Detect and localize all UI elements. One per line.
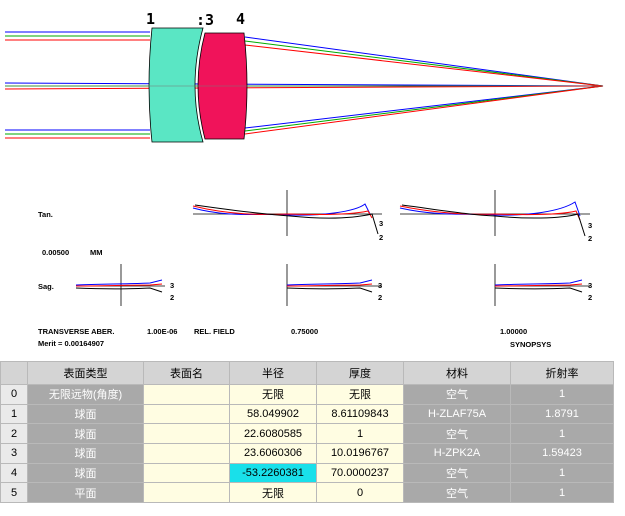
index-cell[interactable]: 1: [510, 462, 614, 484]
plot-title: TRANSVERSE ABER.: [38, 327, 114, 336]
radius-cell[interactable]: 58.049902: [229, 403, 317, 425]
surface-label-3: :3: [196, 11, 214, 29]
header-thickness[interactable]: 厚度: [316, 361, 404, 385]
curve-label-2: 2: [588, 234, 592, 243]
surface-name-cell[interactable]: [143, 482, 230, 504]
material-cell[interactable]: 空气: [403, 482, 511, 504]
material-cell[interactable]: 空气: [403, 384, 511, 405]
table-row[interactable]: 5 平面 无限 0 空气 1: [0, 482, 614, 504]
table-row[interactable]: 3 球面 23.6060306 10.0196767 H-ZPK2A 1.594…: [0, 443, 614, 464]
thickness-cell[interactable]: 无限: [316, 384, 404, 405]
brand-label: SYNOPSYS: [510, 340, 551, 349]
surface-type-cell[interactable]: 无限远物(角度): [27, 384, 144, 405]
table-header-row: 表面类型 表面名 半径 厚度 材料 折射率: [0, 361, 614, 385]
thickness-cell[interactable]: 70.0000237: [316, 462, 404, 484]
radius-cell[interactable]: 无限: [229, 482, 317, 504]
lens-layout-view: 1 :3 4: [4, 10, 604, 143]
table-row[interactable]: 0 无限远物(角度) 无限 无限 空气 1: [0, 384, 614, 405]
surface-type-cell[interactable]: 球面: [27, 462, 144, 484]
thickness-cell[interactable]: 10.0196767: [316, 443, 404, 464]
header-material[interactable]: 材料: [403, 361, 511, 385]
thickness-cell[interactable]: 0: [316, 482, 404, 504]
material-cell[interactable]: 空气: [403, 462, 511, 484]
index-cell[interactable]: 1.59423: [510, 443, 614, 464]
surface-type-cell[interactable]: 平面: [27, 482, 144, 504]
ray-fan: [4, 31, 604, 139]
material-cell[interactable]: H-ZLAF75A: [403, 403, 511, 425]
field-value-100: 1.00000: [500, 327, 527, 336]
surface-type-cell[interactable]: 球面: [27, 423, 144, 445]
radius-cell[interactable]: 23.6060306: [229, 443, 317, 464]
surface-type-cell[interactable]: 球面: [27, 403, 144, 425]
scale-unit: MM: [90, 248, 103, 257]
header-radius[interactable]: 半径: [229, 361, 317, 385]
merit-value: Merit = 0.00164907: [38, 339, 104, 348]
scale-value: 0.00500: [42, 248, 69, 257]
surface-name-cell[interactable]: [143, 403, 230, 425]
row-number[interactable]: 4: [0, 462, 28, 484]
wavelength-value: 1.00E-06: [147, 327, 177, 336]
surface-name-cell[interactable]: [143, 423, 230, 445]
header-surface-name[interactable]: 表面名: [143, 361, 230, 385]
curve-label-2: 2: [379, 233, 383, 242]
index-cell[interactable]: 1: [510, 482, 614, 504]
curve-label-2: 2: [378, 293, 382, 302]
curve-label-2: 2: [588, 293, 592, 302]
curve-label-3: 3: [588, 221, 592, 230]
row-number[interactable]: 2: [0, 423, 28, 445]
thickness-cell[interactable]: 8.61109843: [316, 403, 404, 425]
thickness-cell[interactable]: 1: [316, 423, 404, 445]
table-row[interactable]: 1 球面 58.049902 8.61109843 H-ZLAF75A 1.87…: [0, 403, 614, 425]
radius-cell-selected[interactable]: -53.2260381: [229, 462, 317, 484]
curve-label-3: 3: [378, 281, 382, 290]
curve-label-3: 3: [170, 281, 174, 290]
row-number[interactable]: 1: [0, 403, 28, 425]
tan-label: Tan.: [38, 210, 53, 219]
material-cell[interactable]: H-ZPK2A: [403, 443, 511, 464]
surface-label-1: 1: [146, 10, 155, 28]
table-row[interactable]: 4 球面 -53.2260381 70.0000237 空气 1: [0, 462, 614, 484]
index-cell[interactable]: 1: [510, 423, 614, 445]
header-index-of-refraction[interactable]: 折射率: [510, 361, 614, 385]
curve-label-3: 3: [588, 281, 592, 290]
lens-element-1: [148, 27, 204, 143]
header-index: [0, 361, 28, 385]
index-cell[interactable]: 1: [510, 384, 614, 405]
field-value-075: 0.75000: [291, 327, 318, 336]
radius-cell[interactable]: 22.6080585: [229, 423, 317, 445]
index-cell[interactable]: 1.8791: [510, 403, 614, 425]
curve-label-2: 2: [170, 293, 174, 302]
surface-type-cell[interactable]: 球面: [27, 443, 144, 464]
sag-label: Sag.: [38, 282, 54, 291]
row-number[interactable]: 5: [0, 482, 28, 504]
surface-name-cell[interactable]: [143, 443, 230, 464]
row-number[interactable]: 0: [0, 384, 28, 405]
surface-name-cell[interactable]: [143, 384, 230, 405]
header-surface-type[interactable]: 表面类型: [27, 361, 144, 385]
surface-name-cell[interactable]: [143, 462, 230, 484]
field-label: REL. FIELD: [194, 327, 235, 336]
curve-label-3: 3: [379, 219, 383, 228]
material-cell[interactable]: 空气: [403, 423, 511, 445]
transverse-aberration-plot: 3 2 3 2 3 2 3 2 3 2 Tan. 0.00500 MM Sag.…: [38, 190, 592, 349]
surface-label-4: 4: [236, 10, 245, 28]
row-number[interactable]: 3: [0, 443, 28, 464]
lens-data-table: 表面类型 表面名 半径 厚度 材料 折射率 0 无限远物(角度) 无限 无限 空…: [0, 361, 614, 504]
table-row[interactable]: 2 球面 22.6080585 1 空气 1: [0, 423, 614, 445]
radius-cell[interactable]: 无限: [229, 384, 317, 405]
